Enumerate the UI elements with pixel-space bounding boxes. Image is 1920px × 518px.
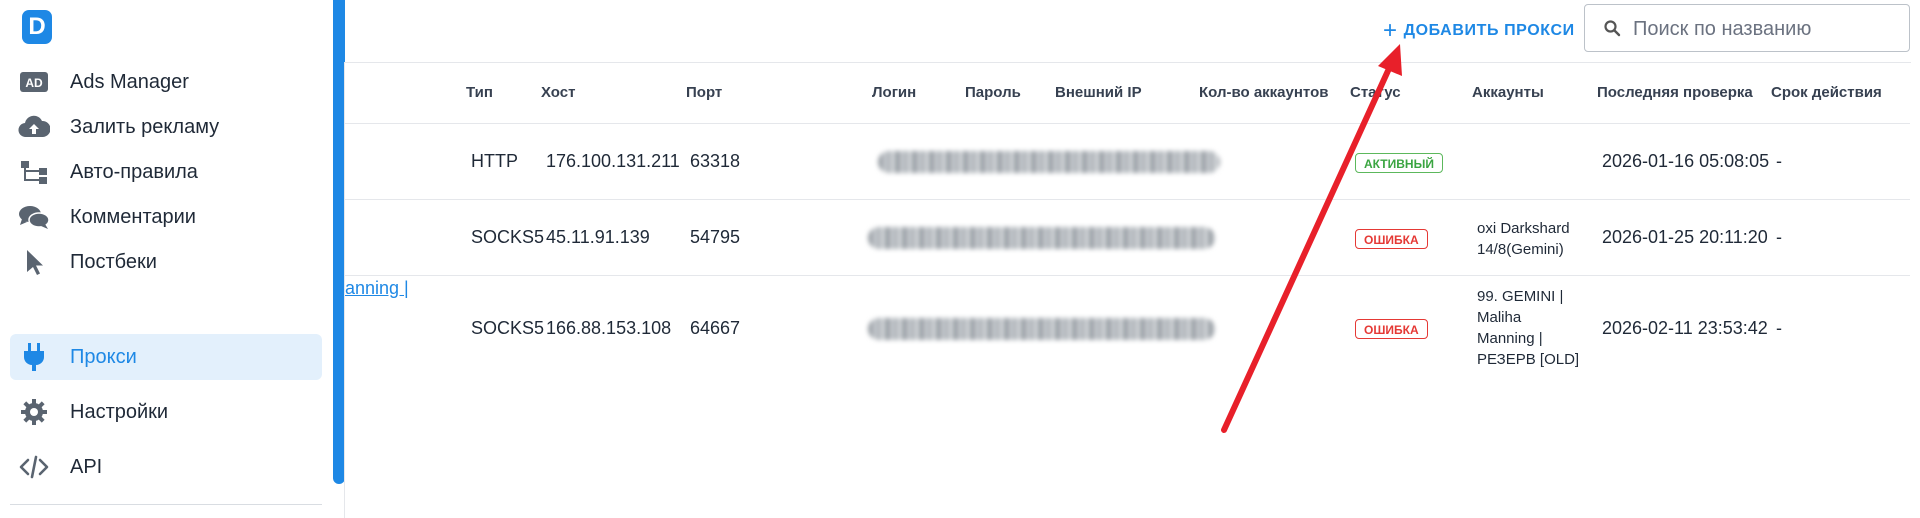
- row-divider: [345, 275, 1910, 276]
- cell-expiry: -: [1776, 318, 1782, 338]
- sidebar-item-postbacks[interactable]: Постбеки: [10, 239, 322, 285]
- column-header-status[interactable]: Статус: [1350, 84, 1401, 101]
- app-logo[interactable]: D: [22, 10, 52, 44]
- cell-port: 64667: [690, 318, 741, 338]
- status-badge: ОШИБКА: [1355, 319, 1428, 339]
- column-header-expiry[interactable]: Срок действия: [1771, 84, 1882, 101]
- cell-host: 176.100.131.211: [546, 151, 680, 171]
- add-proxy-button[interactable]: + ДОБАВИТЬ ПРОКСИ: [1383, 16, 1575, 46]
- sidebar-item-label: Ads Manager: [70, 70, 189, 93]
- sidebar-item-auto-rules[interactable]: Авто-правила: [10, 149, 322, 195]
- search-icon: [1604, 20, 1621, 37]
- blurred-credentials: [868, 227, 1215, 249]
- cell-port: 54795: [690, 227, 741, 247]
- cell-host: 45.11.91.139: [546, 227, 650, 247]
- cell-last-check: 2026-01-16 05:08:05: [1602, 151, 1770, 171]
- sidebar-item-ads-manager[interactable]: AD Ads Manager: [10, 59, 322, 105]
- sidebar-item-label: Комментарии: [70, 205, 196, 228]
- cell-accounts[interactable]: 99. GEMINI | Maliha Manning | РЕЗЕРВ [OL…: [1477, 286, 1582, 370]
- sidebar-item-upload-ads[interactable]: Залить рекламу: [10, 104, 322, 150]
- search-box[interactable]: [1584, 4, 1910, 52]
- hierarchy-icon: [18, 158, 50, 186]
- cloud-upload-icon: [18, 113, 50, 141]
- status-badge: АКТИВНЫЙ: [1355, 153, 1443, 173]
- sidebar-divider: [10, 504, 322, 505]
- sidebar-item-settings[interactable]: Настройки: [10, 389, 322, 435]
- column-header-last-check[interactable]: Последняя проверка: [1597, 84, 1753, 101]
- cell-accounts[interactable]: oxi Darkshard 14/8(Gemini): [1477, 218, 1587, 260]
- column-header-host[interactable]: Хост: [541, 84, 575, 101]
- sidebar-item-label: API: [70, 455, 103, 478]
- blurred-credentials: [868, 318, 1215, 340]
- cell-type: SOCKS5: [471, 318, 545, 338]
- sidebar-item-comments[interactable]: Комментарии: [10, 194, 322, 240]
- sidebar-item-label: Настройки: [70, 400, 169, 423]
- plug-icon: [18, 343, 50, 371]
- cell-type: SOCKS5: [471, 227, 545, 247]
- gear-icon: [18, 398, 50, 426]
- sidebar: D AD Ads Manager Залить рекламу Авто-пра…: [0, 0, 332, 517]
- sidebar-item-proxy[interactable]: Прокси: [10, 334, 322, 380]
- column-header-password[interactable]: Пароль: [965, 84, 1021, 101]
- column-header-port[interactable]: Порт: [686, 84, 722, 101]
- cell-last-check: 2026-01-25 20:11:20: [1602, 227, 1768, 247]
- cursor-icon: [18, 248, 50, 276]
- header-divider: [345, 123, 1910, 124]
- truncated-account-link[interactable]: anning |: [345, 278, 409, 299]
- cell-last-check: 2026-02-11 23:53:42: [1602, 318, 1768, 338]
- cell-host: 166.88.153.108: [546, 318, 672, 338]
- svg-text:AD: AD: [25, 76, 43, 90]
- proxy-table: [344, 62, 1911, 518]
- sidebar-item-label: Залить рекламу: [70, 115, 220, 138]
- sidebar-item-label: Постбеки: [70, 250, 157, 273]
- cell-expiry: -: [1776, 151, 1782, 171]
- row-divider: [345, 199, 1910, 200]
- column-header-type[interactable]: Тип: [466, 84, 493, 101]
- blurred-credentials: [878, 151, 1220, 173]
- cell-expiry: -: [1776, 227, 1782, 247]
- status-badge: ОШИБКА: [1355, 229, 1428, 249]
- column-header-external-ip[interactable]: Внешний IP: [1055, 84, 1142, 101]
- sidebar-item-label: Авто-правила: [70, 160, 198, 183]
- search-input[interactable]: [1631, 13, 1905, 45]
- comments-icon: [18, 203, 50, 231]
- add-proxy-label: ДОБАВИТЬ ПРОКСИ: [1403, 22, 1575, 39]
- cell-type: HTTP: [471, 151, 518, 171]
- ad-icon: AD: [18, 68, 50, 96]
- sidebar-item-label: Прокси: [70, 345, 137, 368]
- logo-letter: D: [28, 13, 46, 40]
- code-icon: [18, 453, 50, 481]
- cell-port: 63318: [690, 151, 741, 171]
- sidebar-item-api[interactable]: API: [10, 444, 322, 490]
- column-header-login[interactable]: Логин: [872, 84, 916, 101]
- column-header-accounts[interactable]: Аккаунты: [1472, 84, 1544, 101]
- column-header-accounts-count[interactable]: Кол-во аккаунтов: [1199, 84, 1328, 101]
- plus-icon: +: [1383, 17, 1398, 44]
